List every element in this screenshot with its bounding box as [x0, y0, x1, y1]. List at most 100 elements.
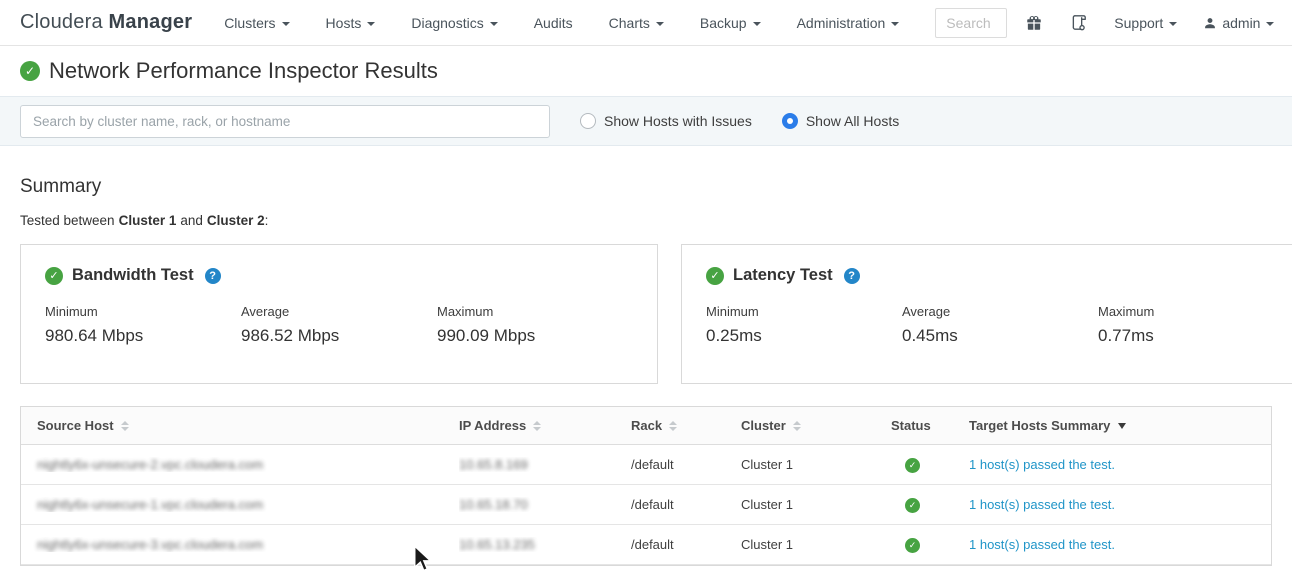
- page-title-row: ✓ Network Performance Inspector Results: [0, 46, 1292, 96]
- page-title: Network Performance Inspector Results: [49, 58, 438, 84]
- metric-maximum: Maximum 0.77ms: [1098, 304, 1292, 346]
- tested-cluster-a: Cluster 1: [119, 213, 177, 228]
- radio-label: Show Hosts with Issues: [604, 113, 752, 129]
- rack-cell: /default: [631, 457, 741, 472]
- status-passed-icon: ✓: [905, 538, 920, 553]
- username-label: admin: [1222, 15, 1260, 31]
- help-icon[interactable]: ?: [844, 268, 860, 284]
- nav-menu-item[interactable]: Backup: [700, 15, 761, 31]
- radio-option[interactable]: Show Hosts with Issues: [580, 113, 752, 129]
- source-host-cell: nightly6x-unsecure-2.vpc.cloudera.com: [37, 457, 263, 472]
- nav-menu-item-label: Hosts: [326, 15, 362, 31]
- sort-desc-icon[interactable]: [1118, 423, 1126, 429]
- table-body: nightly6x-unsecure-2.vpc.cloudera.com 10…: [21, 445, 1271, 565]
- nav-menu-item[interactable]: Clusters: [224, 15, 289, 31]
- nav-menu-item-label: Administration: [797, 15, 886, 31]
- radio-button[interactable]: [580, 113, 596, 129]
- nav-user-menu[interactable]: admin: [1203, 15, 1274, 31]
- source-host-cell: nightly6x-unsecure-3.vpc.cloudera.com: [37, 537, 263, 552]
- tested-between-line: Tested betweenCluster 1andCluster 2:: [20, 213, 1272, 228]
- metric-average: Average 986.52 Mbps: [241, 304, 437, 346]
- cloudera-manager-page: Cloudera Manager Clusters Hosts Diagnost…: [0, 0, 1292, 585]
- metric-value: 986.52 Mbps: [241, 326, 437, 346]
- column-header[interactable]: Target Hosts Summary: [969, 418, 1271, 433]
- sort-icon[interactable]: [121, 421, 129, 431]
- status-passed-icon: ✓: [905, 498, 920, 513]
- global-search-input[interactable]: [935, 8, 1007, 38]
- success-check-icon: ✓: [45, 267, 63, 285]
- column-header[interactable]: Source Host: [21, 418, 459, 433]
- user-icon: [1203, 16, 1217, 30]
- column-header[interactable]: Rack: [631, 418, 741, 433]
- radio-button[interactable]: [782, 113, 798, 129]
- summary-heading: Summary: [20, 176, 1272, 198]
- nav-menu-item-label: Diagnostics: [411, 15, 483, 31]
- rack-cell: /default: [631, 537, 741, 552]
- column-header[interactable]: Status: [891, 418, 969, 433]
- column-header[interactable]: Cluster: [741, 418, 891, 433]
- chevron-down-icon: [1169, 22, 1177, 26]
- nav-menu-item[interactable]: Charts: [609, 15, 664, 31]
- brand-name: Cloudera: [20, 11, 103, 33]
- metric-value: 980.64 Mbps: [45, 326, 241, 346]
- brand-product: Manager: [109, 11, 193, 33]
- chevron-down-icon: [891, 22, 899, 26]
- help-icon[interactable]: ?: [205, 268, 221, 284]
- chevron-down-icon: [282, 22, 290, 26]
- ip-address-cell: 10.65.13.235: [459, 537, 535, 552]
- target-hosts-summary-link[interactable]: 1 host(s) passed the test.: [969, 497, 1115, 512]
- host-filter-radio-group: Show Hosts with Issues Show All Hosts: [580, 113, 929, 129]
- latency-test-card: ✓ Latency Test ? Minimum 0.25ms Average …: [681, 244, 1292, 384]
- nav-menu-item-label: Charts: [609, 15, 650, 31]
- metric-label: Average: [902, 304, 1098, 319]
- chevron-down-icon: [1266, 22, 1274, 26]
- tested-prefix: Tested between: [20, 213, 115, 228]
- ip-address-cell: 10.65.8.169: [459, 457, 528, 472]
- filter-bar: Show Hosts with Issues Show All Hosts: [0, 96, 1292, 146]
- results-table: Source Host IP Address Rack: [20, 406, 1272, 566]
- cluster-cell: Cluster 1: [741, 537, 891, 552]
- chevron-down-icon: [367, 22, 375, 26]
- nav-menu-item[interactable]: Hosts: [326, 15, 376, 31]
- metric-value: 0.77ms: [1098, 326, 1292, 346]
- cluster-cell: Cluster 1: [741, 497, 891, 512]
- rack-cell: /default: [631, 497, 741, 512]
- nav-menu-item[interactable]: Administration: [797, 15, 900, 31]
- running-commands-icon[interactable]: [1069, 13, 1088, 32]
- bandwidth-test-card: ✓ Bandwidth Test ? Minimum 980.64 Mbps A…: [20, 244, 658, 384]
- chevron-down-icon: [490, 22, 498, 26]
- column-header-label: Target Hosts Summary: [969, 418, 1110, 433]
- chevron-down-icon: [656, 22, 664, 26]
- tested-cluster-b: Cluster 2: [207, 213, 265, 228]
- target-hosts-summary-link[interactable]: 1 host(s) passed the test.: [969, 457, 1115, 472]
- metric-minimum: Minimum 0.25ms: [706, 304, 902, 346]
- metric-value: 990.09 Mbps: [437, 326, 633, 346]
- metric-label: Maximum: [1098, 304, 1292, 319]
- radio-label: Show All Hosts: [806, 113, 899, 129]
- cloudera-manager-logo[interactable]: Cloudera Manager: [20, 11, 192, 34]
- nav-menu-item[interactable]: Audits: [534, 15, 573, 31]
- sort-icon[interactable]: [669, 421, 677, 431]
- nav-menu-item[interactable]: Diagnostics: [411, 15, 497, 31]
- metric-maximum: Maximum 990.09 Mbps: [437, 304, 633, 346]
- nav-menu-item-label: Clusters: [224, 15, 275, 31]
- host-filter-search-input[interactable]: [20, 105, 550, 138]
- nav-menu: Clusters Hosts Diagnostics Audits: [224, 15, 935, 31]
- column-header[interactable]: IP Address: [459, 418, 631, 433]
- metric-value: 0.25ms: [706, 326, 902, 346]
- radio-option[interactable]: Show All Hosts: [782, 113, 899, 129]
- parcels-gift-icon[interactable]: [1025, 14, 1043, 32]
- table-row: nightly6x-unsecure-3.vpc.cloudera.com 10…: [21, 525, 1271, 565]
- column-header-label: IP Address: [459, 418, 526, 433]
- tested-suffix: :: [265, 213, 269, 228]
- sort-icon[interactable]: [793, 421, 801, 431]
- main-content: Summary Tested betweenCluster 1andCluste…: [0, 176, 1292, 566]
- target-hosts-summary-link[interactable]: 1 host(s) passed the test.: [969, 537, 1115, 552]
- sort-icon[interactable]: [533, 421, 541, 431]
- metric-label: Minimum: [45, 304, 241, 319]
- ip-address-cell: 10.65.18.70: [459, 497, 528, 512]
- card-title: Bandwidth Test: [72, 266, 194, 285]
- nav-support[interactable]: Support: [1114, 15, 1177, 31]
- top-navbar: Cloudera Manager Clusters Hosts Diagnost…: [0, 0, 1292, 46]
- table-header-row: Source Host IP Address Rack: [21, 407, 1271, 445]
